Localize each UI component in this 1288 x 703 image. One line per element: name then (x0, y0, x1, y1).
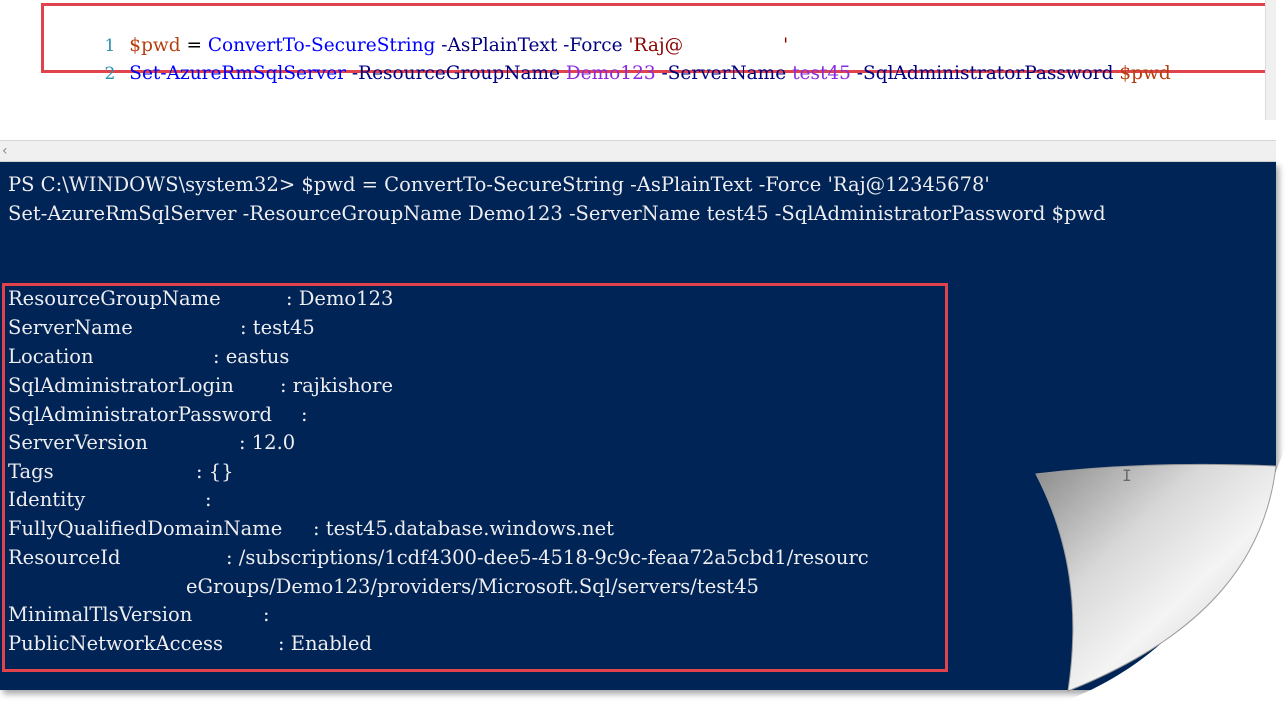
output-value: : rajkishore (280, 374, 393, 397)
line-number: 2 (104, 64, 116, 84)
output-name: ResourceGroupName (8, 287, 221, 310)
code-line-2[interactable]: 2 Set-AzureRmSqlServer -ResourceGroupName… (44, 32, 1170, 84)
pane-splitter[interactable]: ‹ (0, 140, 1276, 162)
output-value: : (301, 403, 308, 426)
output-name: ResourceId (8, 546, 121, 569)
output-value: : Demo123 (286, 287, 394, 310)
chevron-left-icon[interactable]: ‹ (2, 141, 8, 161)
highlight-box-code: 1 $pwd = ConvertTo-SecureString -AsPlainT… (41, 3, 1272, 84)
parameter-token: -SqlAdministratorPassword (850, 63, 1114, 84)
output-value: : (263, 603, 270, 626)
value-token: test45 (786, 63, 851, 84)
powershell-console[interactable]: PS C:\WINDOWS\system32> $pwd = ConvertTo… (0, 162, 1276, 690)
output-name: Identity (8, 488, 86, 511)
output-value: : /subscriptions/1cdf4300-dee5-4518-9c9c… (226, 546, 869, 569)
output-name: SqlAdministratorPassword (8, 403, 272, 426)
code-line-1[interactable]: 1 $pwd = ConvertTo-SecureString -AsPlainT… (44, 4, 788, 56)
output-value: : test45 (240, 316, 315, 339)
output-value: : 12.0 (239, 431, 296, 454)
text-cursor-icon: I (1122, 466, 1132, 485)
parameter-token: -ResourceGroupName (346, 63, 560, 84)
output-name: MinimalTlsVersion (8, 603, 193, 626)
output-name: FullyQualifiedDomainName (8, 517, 283, 540)
script-editor[interactable]: 1 $pwd = ConvertTo-SecureString -AsPlainT… (0, 0, 1276, 140)
output-value: : {} (196, 460, 234, 483)
editor-scrollbar[interactable] (1265, 0, 1276, 120)
console-prompt-line: PS C:\WINDOWS\system32> $pwd = ConvertTo… (8, 173, 990, 196)
cmdlet-token: Set-AzureRmSqlServer (129, 63, 347, 84)
output-name: ServerVersion (8, 431, 148, 454)
output-value: : (205, 488, 212, 511)
output-value: : eastus (213, 345, 290, 368)
parameter-token: -ServerName (655, 63, 787, 84)
output-value: : Enabled (278, 632, 372, 655)
output-name: PublicNetworkAccess (8, 632, 224, 655)
output-name: ServerName (8, 316, 133, 339)
variable-token: $pwd (1113, 63, 1171, 84)
output-name: Location (8, 345, 94, 368)
output-name: Tags (8, 460, 54, 483)
console-command-line: Set-AzureRmSqlServer -ResourceGroupName … (8, 202, 1106, 225)
output-value-continued: eGroups/Demo123/providers/Microsoft.Sql/… (186, 575, 759, 598)
output-name: SqlAdministratorLogin (8, 374, 234, 397)
value-token: Demo123 (559, 63, 656, 84)
output-value: : test45.database.windows.net (313, 517, 614, 540)
